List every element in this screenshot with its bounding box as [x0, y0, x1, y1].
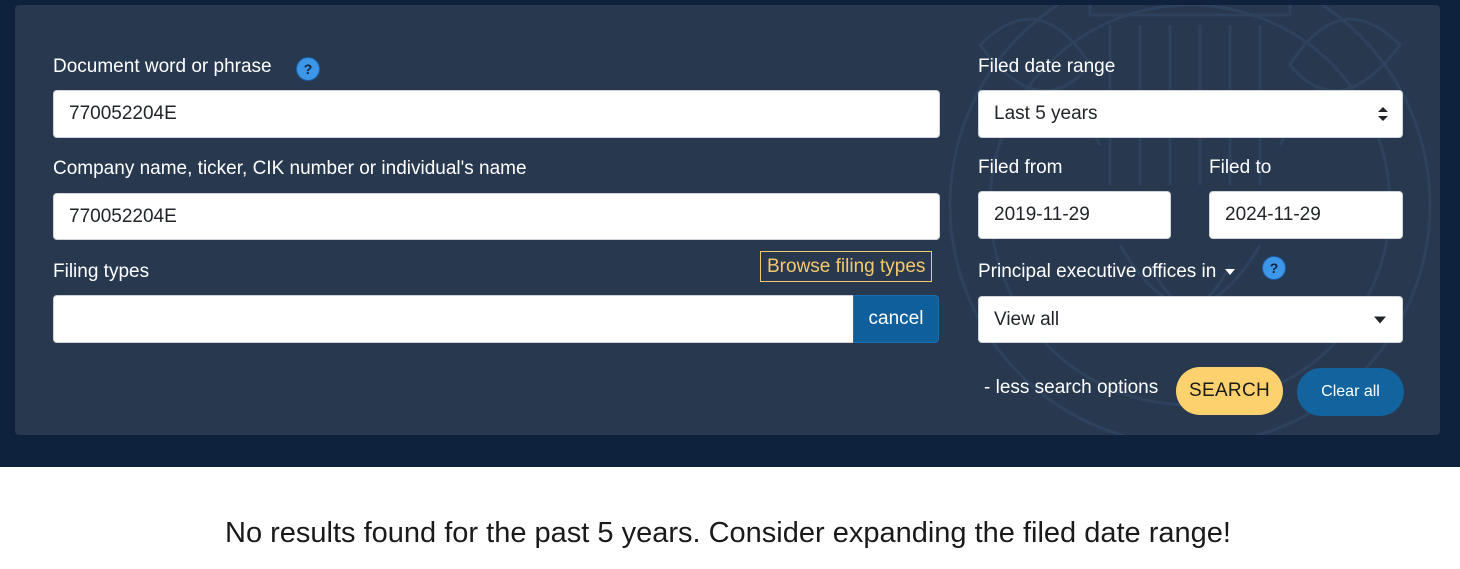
document-phrase-label: Document word or phrase: [53, 56, 272, 77]
date-range-select[interactable]: Last 5 years: [978, 90, 1403, 138]
up-down-caret-icon: [1378, 107, 1388, 121]
location-caret-icon: [1224, 268, 1235, 275]
document-phrase-input[interactable]: 770052204E: [53, 90, 940, 138]
company-input[interactable]: 770052204E: [53, 193, 940, 240]
chevron-down-icon: [1374, 316, 1386, 323]
location-value: View all: [994, 308, 1060, 330]
filing-types-label: Filing types: [53, 261, 150, 282]
date-range-label: Filed date range: [978, 56, 1116, 77]
filing-types-input[interactable]: [53, 295, 854, 343]
company-label: Company name, ticker, CIK number or indi…: [53, 158, 527, 179]
filed-from-input[interactable]: 2019-11-29: [978, 191, 1171, 239]
browse-filing-types-link[interactable]: Browse filing types: [760, 251, 933, 282]
help-icon[interactable]: ?: [296, 57, 320, 81]
filed-to-value: 2024-11-29: [1225, 204, 1321, 225]
filed-to-input[interactable]: 2024-11-29: [1209, 191, 1403, 239]
location-label[interactable]: Principal executive offices in: [978, 260, 1235, 284]
cancel-button[interactable]: cancel: [853, 295, 939, 343]
filed-from-label: Filed from: [978, 157, 1063, 178]
no-results-message: No results found for the past 5 years. C…: [225, 517, 1231, 549]
filed-from-value: 2019-11-29: [994, 204, 1090, 225]
clear-all-button[interactable]: Clear all: [1297, 368, 1404, 416]
less-search-options-link[interactable]: - less search options: [984, 377, 1158, 399]
location-select[interactable]: View all: [978, 296, 1403, 343]
company-value: 770052204E: [69, 205, 177, 227]
date-range-value: Last 5 years: [994, 103, 1098, 124]
filed-to-label: Filed to: [1209, 157, 1272, 178]
search-button[interactable]: SEARCH: [1176, 367, 1283, 415]
location-label-text: Principal executive offices in: [978, 261, 1217, 282]
help-icon[interactable]: ?: [1262, 256, 1286, 280]
document-phrase-value: 770052204E: [69, 103, 177, 124]
